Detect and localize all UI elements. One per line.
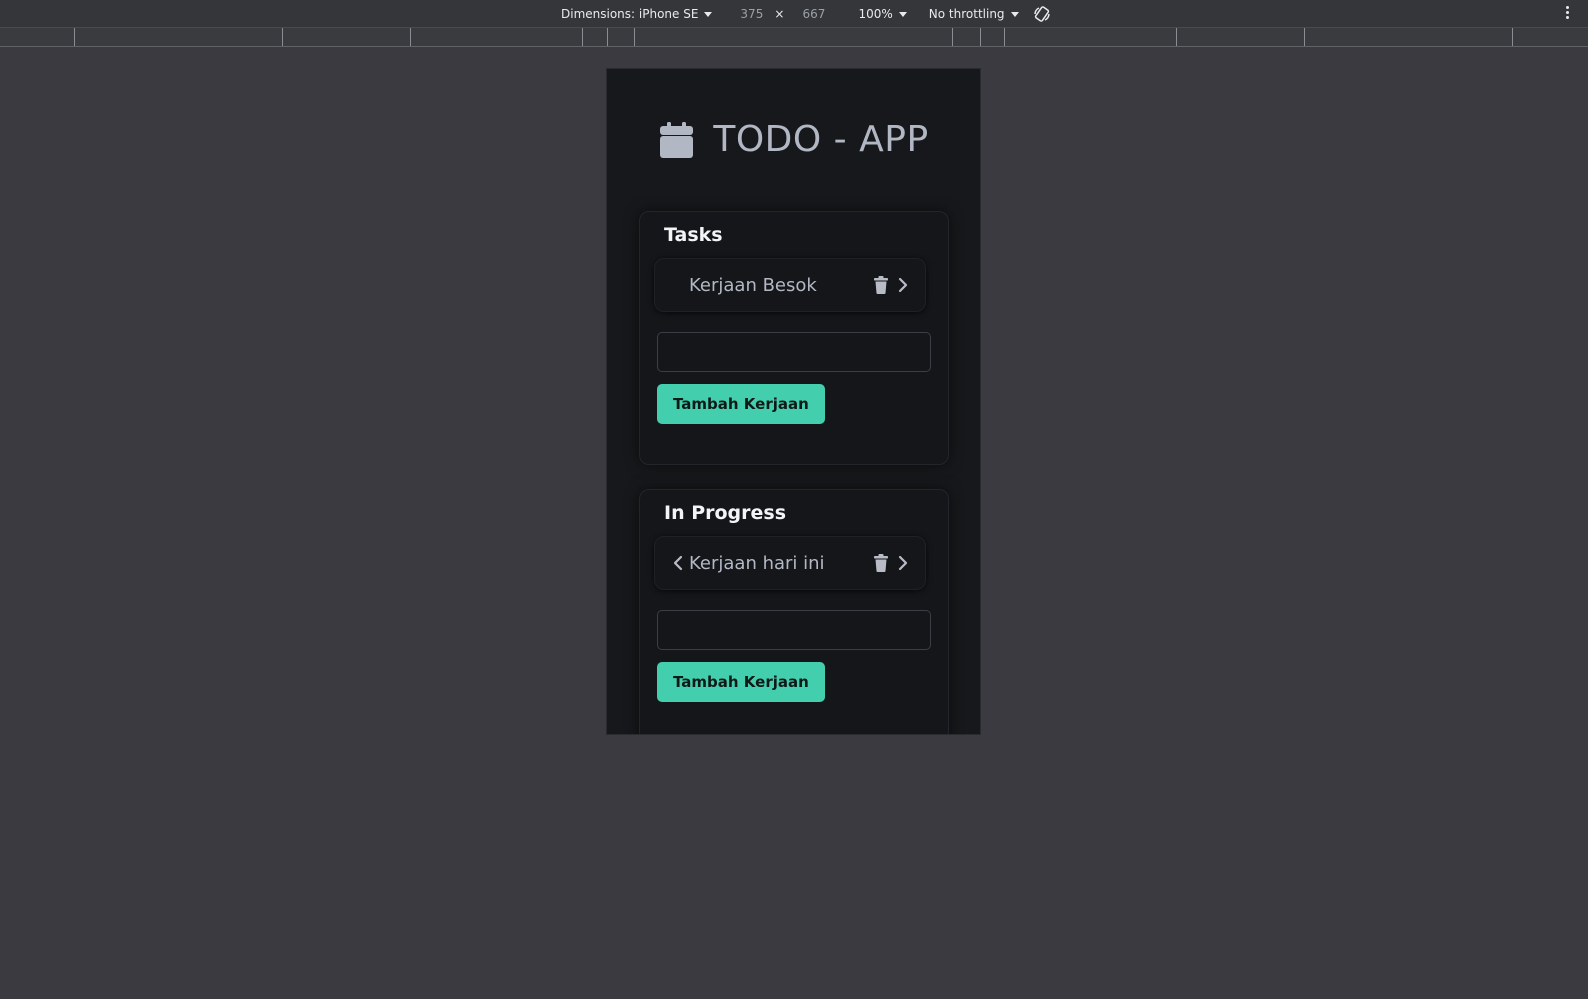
device-dropdown[interactable]: Dimensions: iPhone SE: [561, 7, 713, 21]
throttling-label: No throttling: [928, 7, 1005, 21]
rotate-icon[interactable]: [1033, 5, 1051, 23]
task-label: Kerjaan hari ini: [689, 552, 825, 574]
new-task-input[interactable]: [657, 332, 931, 372]
column-in-progress: In Progress Kerjaan hari ini Tambah Kerj…: [639, 489, 949, 734]
task-label: Kerjaan Besok: [689, 274, 817, 296]
column-title: Tasks: [664, 224, 723, 246]
trash-icon[interactable]: [873, 276, 889, 294]
chevron-down-icon: [898, 11, 907, 17]
height-input[interactable]: 667: [796, 7, 836, 21]
throttling-dropdown[interactable]: No throttling: [929, 7, 1019, 21]
app-header: TODO - APP: [607, 119, 980, 160]
new-task-input[interactable]: [657, 610, 931, 650]
zoom-label: 100%: [858, 7, 893, 21]
device-viewport: TODO - APP Tasks Kerjaan Besok Tambah Ke…: [606, 68, 981, 735]
trash-icon[interactable]: [873, 554, 889, 572]
add-task-button[interactable]: Tambah Kerjaan: [657, 384, 825, 424]
page-title: TODO - APP: [713, 119, 929, 160]
devtools-device-toolbar: Dimensions: iPhone SE 375 × 667 100% No …: [0, 0, 1588, 28]
task-card[interactable]: Kerjaan hari ini: [654, 536, 926, 590]
zoom-dropdown[interactable]: 100%: [858, 7, 907, 21]
column-tasks: Tasks Kerjaan Besok Tambah Kerjaan: [639, 211, 949, 465]
chevron-down-icon: [704, 11, 713, 17]
device-dropdown-label: Dimensions: iPhone SE: [561, 7, 699, 21]
media-query-ruler: [0, 28, 1588, 47]
task-card[interactable]: Kerjaan Besok: [654, 258, 926, 312]
dimension-times-sign: ×: [774, 7, 785, 21]
chevron-right-icon[interactable]: [895, 276, 911, 294]
device-toolbar-controls: Dimensions: iPhone SE 375 × 667 100% No …: [561, 0, 1051, 28]
calendar-icon: [660, 121, 694, 158]
column-title: In Progress: [664, 502, 787, 524]
add-task-button[interactable]: Tambah Kerjaan: [657, 662, 825, 702]
chevron-right-icon[interactable]: [895, 554, 911, 572]
more-vertical-icon[interactable]: [1566, 6, 1570, 22]
chevron-left-icon[interactable]: [667, 552, 689, 574]
width-input[interactable]: 375: [734, 7, 774, 21]
chevron-down-icon: [1010, 11, 1019, 17]
